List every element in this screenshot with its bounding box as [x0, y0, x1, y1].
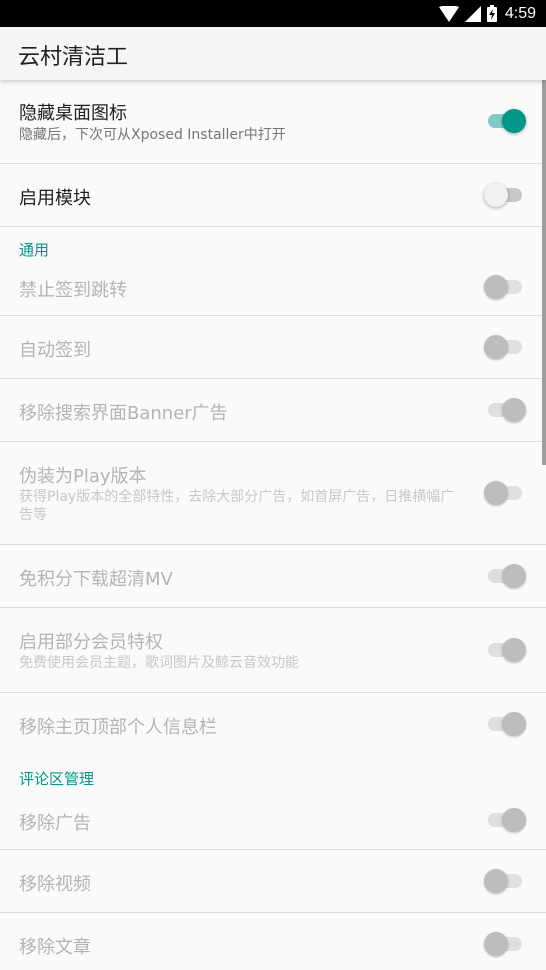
pref-title: 伪装为Play版本 [19, 466, 147, 487]
wifi-icon [438, 5, 459, 22]
app-title: 云村清洁工 [18, 45, 129, 70]
switch-thumb [502, 808, 526, 832]
switch-thumb [502, 109, 526, 133]
pref-title: 移除视频 [19, 874, 91, 895]
pref-title: 启用模块 [19, 188, 91, 209]
status-time: 4:59 [504, 4, 536, 22]
switch-thumb [484, 275, 508, 299]
switch-thumb [502, 638, 526, 662]
remove-home-info-bar-switch[interactable] [486, 710, 526, 738]
category-title: 通用 [19, 241, 50, 259]
scrollbar[interactable] [542, 80, 546, 465]
pref-title: 启用部分会员特权 [19, 632, 163, 653]
remove-articles-switch[interactable] [484, 930, 524, 958]
switch-thumb [484, 335, 508, 359]
disguise-play-version-switch[interactable] [484, 479, 524, 507]
pref-remove-search-banner[interactable]: 移除搜索界面Banner广告 [0, 379, 546, 442]
category-general: 通用 [0, 227, 546, 268]
pref-title: 禁止签到跳转 [19, 280, 127, 301]
preference-list[interactable]: 隐藏桌面图标 隐藏后，下次可从Xposed Installer中打开 启用模块 … [0, 80, 546, 970]
switch-thumb [502, 712, 526, 736]
pref-title: 移除主页顶部个人信息栏 [19, 717, 217, 738]
pref-title: 自动签到 [19, 340, 91, 361]
hide-desktop-icon-switch[interactable] [486, 107, 526, 135]
switch-thumb [484, 481, 508, 505]
enable-module-switch[interactable] [484, 181, 524, 209]
auto-checkin-switch[interactable] [484, 333, 524, 361]
pref-vip-privileges[interactable]: 启用部分会员特权 免费使用会员主题，歌词图片及鲸云音效功能 [0, 608, 546, 693]
switch-thumb [502, 398, 526, 422]
pref-auto-checkin[interactable]: 自动签到 [0, 316, 546, 379]
remove-videos-switch[interactable] [484, 867, 524, 895]
status-icons: 4:59 [438, 0, 536, 27]
pref-title: 隐藏桌面图标 [19, 103, 127, 124]
remove-ads-switch[interactable] [486, 806, 526, 834]
pref-summary: 获得Play版本的全部特性，去除大部分广告，如首屏广告，日推横幅广告等 [19, 489, 455, 523]
pref-remove-videos[interactable]: 移除视频 [0, 850, 546, 913]
pref-remove-articles[interactable]: 移除文章 [0, 913, 546, 970]
remove-search-banner-switch[interactable] [486, 396, 526, 424]
status-bar: 4:59 [0, 0, 546, 27]
pref-disable-checkin-redirect[interactable]: 禁止签到跳转 [0, 268, 546, 316]
switch-thumb [502, 564, 526, 588]
pref-summary: 免费使用会员主题，歌词图片及鲸云音效功能 [19, 655, 299, 671]
pref-remove-ads[interactable]: 移除广告 [0, 797, 546, 850]
app-bar: 云村清洁工 [0, 27, 546, 80]
cell-signal-icon [464, 5, 481, 22]
pref-remove-home-info-bar[interactable]: 移除主页顶部个人信息栏 [0, 693, 546, 756]
pref-disguise-play-version[interactable]: 伪装为Play版本 获得Play版本的全部特性，去除大部分广告，如首屏广告，日推… [0, 442, 546, 545]
switch-thumb [484, 932, 508, 956]
pref-title: 免积分下载超清MV [19, 569, 173, 590]
pref-title: 移除文章 [19, 937, 91, 958]
pref-summary: 隐藏后，下次可从Xposed Installer中打开 [19, 127, 286, 143]
category-title: 评论区管理 [19, 770, 95, 788]
free-hd-mv-download-switch[interactable] [486, 562, 526, 590]
battery-icon [486, 5, 497, 22]
switch-thumb [484, 183, 508, 207]
pref-hide-desktop-icon[interactable]: 隐藏桌面图标 隐藏后，下次可从Xposed Installer中打开 [0, 80, 546, 164]
pref-free-hd-mv-download[interactable]: 免积分下载超清MV [0, 545, 546, 608]
category-comments: 评论区管理 [0, 756, 546, 797]
pref-title: 移除搜索界面Banner广告 [19, 403, 228, 424]
pref-title: 移除广告 [19, 813, 91, 834]
disable-checkin-redirect-switch[interactable] [484, 273, 524, 301]
switch-thumb [484, 869, 508, 893]
pref-enable-module[interactable]: 启用模块 [0, 164, 546, 227]
vip-privileges-switch[interactable] [486, 636, 526, 664]
